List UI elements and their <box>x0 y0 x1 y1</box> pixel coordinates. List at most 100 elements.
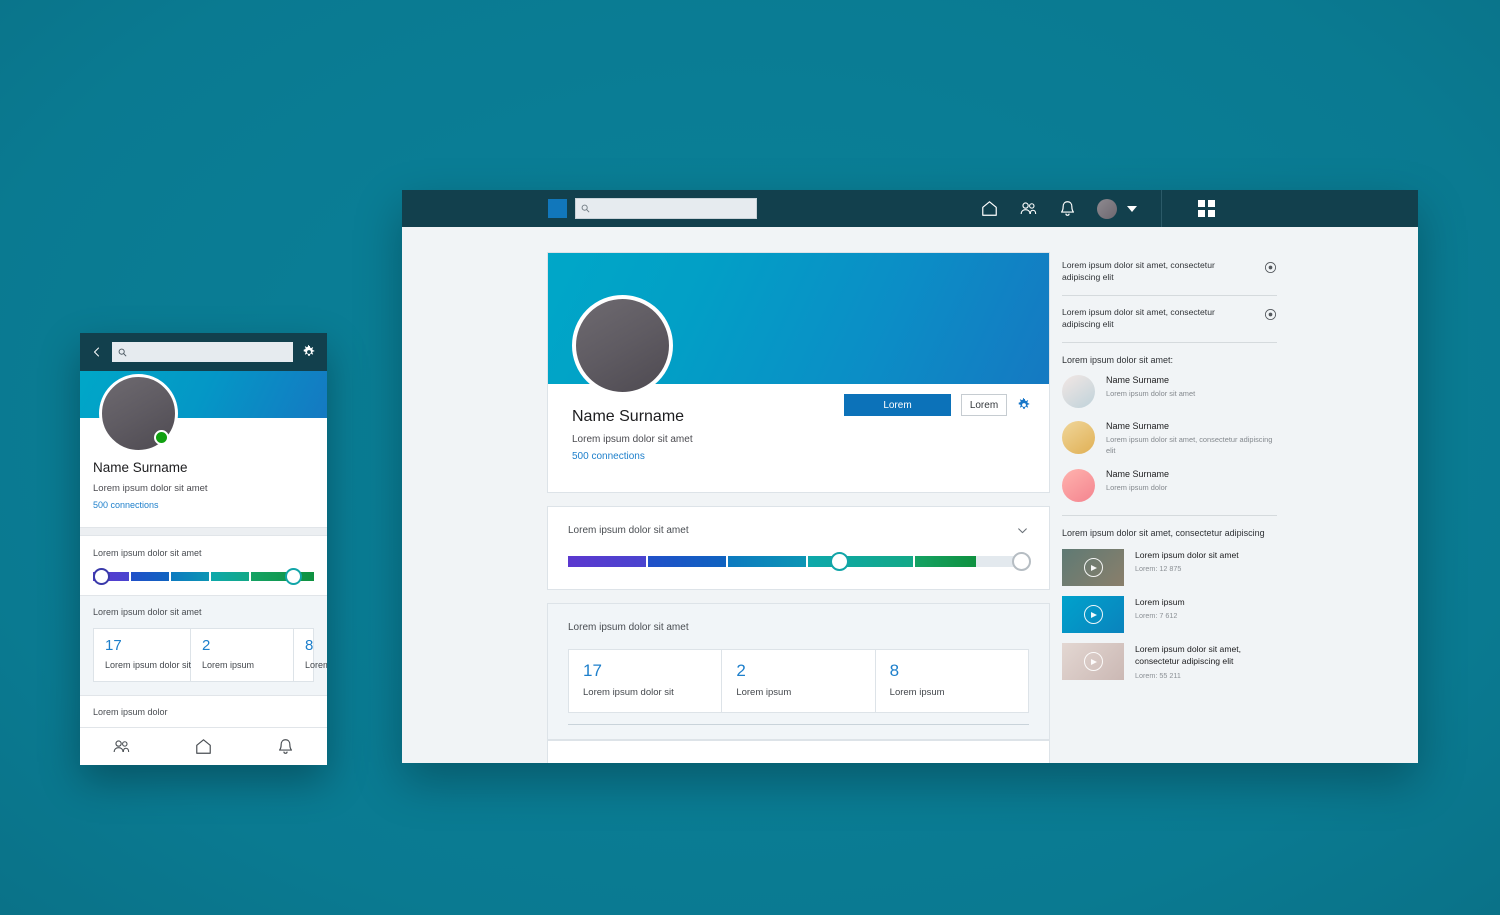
slider-segment <box>648 556 726 567</box>
contact-list-item[interactable]: Name Surname Lorem ipsum dolor <box>1062 469 1277 503</box>
grid-apps-icon[interactable] <box>1198 200 1215 217</box>
mobile-section-divider <box>80 527 327 536</box>
mobile-bottom-nav <box>80 726 327 765</box>
slider-segment <box>568 556 646 567</box>
people-icon[interactable] <box>1019 199 1038 218</box>
video-title: Lorem ipsum <box>1135 597 1185 608</box>
mobile-slider-thumb-end[interactable] <box>285 568 302 585</box>
mobile-search-input[interactable] <box>131 347 271 357</box>
stat-cell[interactable]: 2 Lorem ipsum <box>722 650 876 712</box>
slider-thumb-start[interactable] <box>830 552 849 571</box>
video-thumbnail[interactable] <box>1062 549 1124 587</box>
stat-value: 2 <box>736 661 746 680</box>
stat-value: 8 <box>305 637 314 654</box>
profile-headline: Lorem ipsum dolor sit amet <box>572 434 693 445</box>
search-icon <box>581 204 590 213</box>
slider-segment <box>915 556 976 567</box>
mobile-connections-link[interactable]: 500 connections <box>93 500 159 510</box>
home-icon[interactable] <box>194 737 213 756</box>
stat-label: Lorem ipsum <box>889 686 945 698</box>
gear-icon[interactable] <box>1017 398 1031 412</box>
mobile-slider-thumb-start[interactable] <box>93 568 110 585</box>
search-field[interactable] <box>575 198 757 219</box>
video-meta: Lorem: 12 875 <box>1135 564 1182 574</box>
video-title: Lorem ipsum dolor sit amet <box>1135 550 1239 561</box>
video-meta: Lorem: 7 612 <box>1135 611 1178 621</box>
desktop-body: Name Surname Lorem ipsum dolor sit amet … <box>402 227 1418 763</box>
topbar-divider <box>1161 190 1162 227</box>
range-slider[interactable] <box>568 552 1031 571</box>
bell-icon[interactable] <box>1058 199 1077 218</box>
search-input[interactable] <box>590 203 740 214</box>
video-title: Lorem ipsum dolor sit amet, consectetur … <box>1135 644 1242 667</box>
play-icon <box>1083 605 1103 625</box>
mobile-slider-card: Lorem ipsum dolor sit amet <box>80 536 327 595</box>
video-thumbnail[interactable] <box>1062 596 1124 634</box>
stat-label: Lorem ipsum <box>736 686 792 698</box>
stat-label: Lorem ipsum dolor sit <box>583 686 674 698</box>
avatar[interactable] <box>1097 198 1117 219</box>
bell-icon[interactable] <box>276 737 295 756</box>
video-thumbnail[interactable] <box>1062 643 1124 681</box>
slider-thumb-end[interactable] <box>1012 552 1031 571</box>
video-list-item[interactable]: Lorem ipsum Lorem: 7 612 <box>1062 596 1277 634</box>
people-icon[interactable] <box>112 737 131 756</box>
desktop-topbar <box>402 190 1418 227</box>
stat-label: Lorem ipsum dolor sit <box>105 659 192 670</box>
contact-list-item[interactable]: Name Surname Lorem ipsum dolor sit amet <box>1062 374 1277 408</box>
stats-card: Lorem ipsum dolor sit amet 17 Lorem ipsu… <box>547 603 1050 740</box>
slider-segment <box>808 556 913 567</box>
app-logo-icon[interactable] <box>548 199 567 218</box>
mobile-profile-headline: Lorem ipsum dolor sit amet <box>93 483 208 494</box>
slider-segment <box>728 556 806 567</box>
contacts-heading: Lorem ipsum dolor sit amet: <box>1062 354 1174 365</box>
video-meta: Lorem: 55 211 <box>1135 670 1181 680</box>
notification-item[interactable]: Lorem ipsum dolor sit amet, consectetur … <box>1062 296 1277 343</box>
stat-value: 8 <box>889 661 900 680</box>
contact-name: Name Surname <box>1106 420 1170 431</box>
avatar <box>1062 469 1095 503</box>
mobile-search-field[interactable] <box>112 342 293 362</box>
mobile-range-slider[interactable] <box>93 568 314 585</box>
mobile-stats-card: Lorem ipsum dolor sit amet 17 Lorem ipsu… <box>80 595 327 695</box>
right-sidebar: Lorem ipsum dolor sit amet, consectetur … <box>1062 249 1277 690</box>
mobile-footer-label: Lorem ipsum dolor <box>80 694 327 727</box>
mobile-profile-name: Name Surname <box>93 460 188 475</box>
profile-connections-link[interactable]: 500 connections <box>572 451 645 462</box>
contact-subtitle: Lorem ipsum dolor sit amet <box>1106 388 1196 398</box>
chevron-down-icon[interactable] <box>1127 205 1137 212</box>
secondary-action-button[interactable]: Lorem <box>961 394 1007 416</box>
primary-action-button[interactable]: Lorem <box>844 394 951 416</box>
profile-card: Name Surname Lorem ipsum dolor sit amet … <box>547 252 1050 493</box>
stats-divider <box>568 723 1029 725</box>
home-icon[interactable] <box>980 199 999 218</box>
video-list-item[interactable]: Lorem ipsum dolor sit amet Lorem: 12 875 <box>1062 549 1277 587</box>
contact-name: Name Surname <box>1106 469 1170 480</box>
contact-list-item[interactable]: Name Surname Lorem ipsum dolor sit amet,… <box>1062 420 1277 456</box>
profile-avatar[interactable] <box>572 295 673 396</box>
target-icon[interactable] <box>1264 261 1277 274</box>
main-column: Name Surname Lorem ipsum dolor sit amet … <box>547 252 1050 763</box>
chevron-down-icon[interactable] <box>1016 524 1029 537</box>
slider-card: Lorem ipsum dolor sit amet <box>547 506 1050 590</box>
notification-item[interactable]: Lorem ipsum dolor sit amet, consectetur … <box>1062 249 1277 296</box>
gear-icon[interactable] <box>302 345 316 359</box>
stat-cell[interactable]: 8 Lorem ipsum <box>294 629 327 681</box>
avatar <box>1062 420 1095 454</box>
target-icon[interactable] <box>1264 308 1277 321</box>
stat-cell[interactable]: 2 Lorem ipsum <box>191 629 294 681</box>
stat-cell[interactable]: 17 Lorem ipsum dolor sit <box>569 650 723 712</box>
slider-segment <box>251 572 314 581</box>
sidebar-divider <box>1062 515 1277 517</box>
stat-cell[interactable]: 17 Lorem ipsum dolor sit <box>94 629 191 681</box>
desktop-window: Name Surname Lorem ipsum dolor sit amet … <box>402 190 1418 763</box>
mobile-profile: Name Surname Lorem ipsum dolor sit amet … <box>80 374 327 527</box>
stat-cell[interactable]: 8 Lorem ipsum <box>876 650 1028 712</box>
stat-label: Lorem ipsum <box>305 659 327 670</box>
slider-card-label: Lorem ipsum dolor sit amet <box>568 525 689 536</box>
profile-details: Name Surname Lorem ipsum dolor sit amet … <box>548 295 1049 492</box>
video-list-item[interactable]: Lorem ipsum dolor sit amet, consectetur … <box>1062 643 1277 681</box>
stat-value: 17 <box>105 637 122 654</box>
slider-segment <box>131 572 169 581</box>
chevron-left-icon[interactable] <box>91 346 103 358</box>
